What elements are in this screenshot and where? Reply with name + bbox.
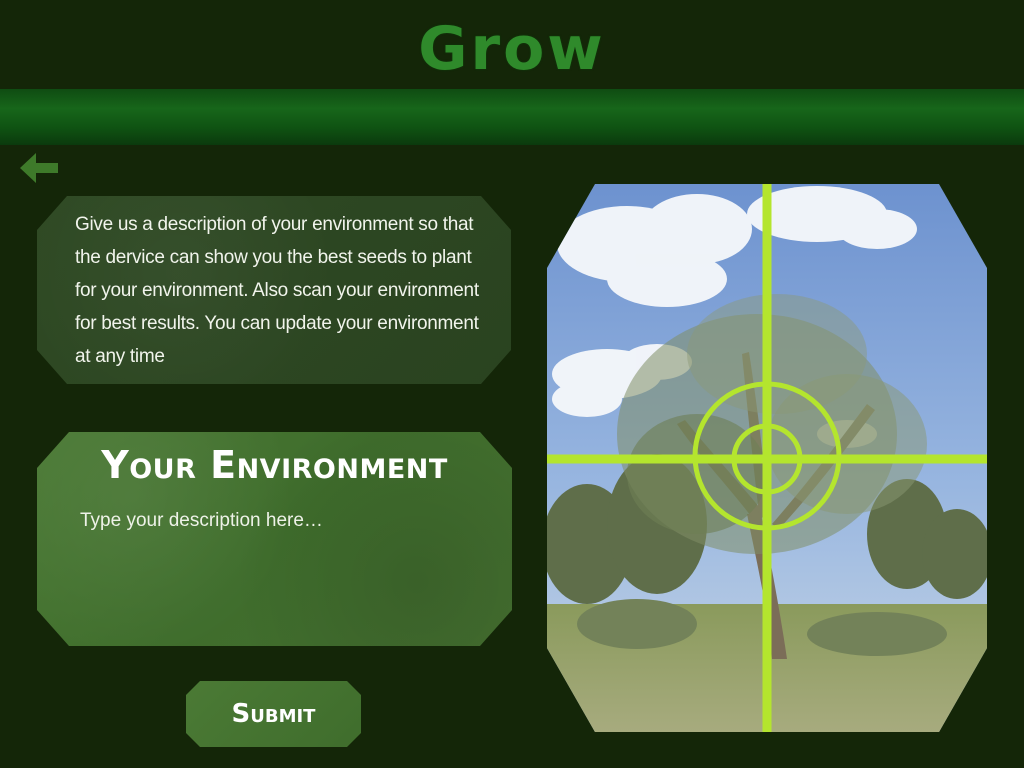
header-band (0, 89, 1024, 145)
back-button[interactable] (18, 150, 60, 186)
submit-button[interactable]: Submit (186, 681, 361, 747)
app-title: Grow (418, 14, 606, 84)
info-panel: Give us a description of your environmen… (37, 196, 511, 384)
landscape-image (547, 184, 987, 732)
environment-scanner[interactable] (547, 184, 987, 732)
environment-panel: Your Environment (37, 432, 512, 646)
environment-description-input[interactable] (80, 508, 480, 628)
environment-heading: Your Environment (101, 443, 448, 487)
info-text: Give us a description of your environmen… (75, 214, 479, 367)
arrow-left-icon (20, 153, 58, 183)
